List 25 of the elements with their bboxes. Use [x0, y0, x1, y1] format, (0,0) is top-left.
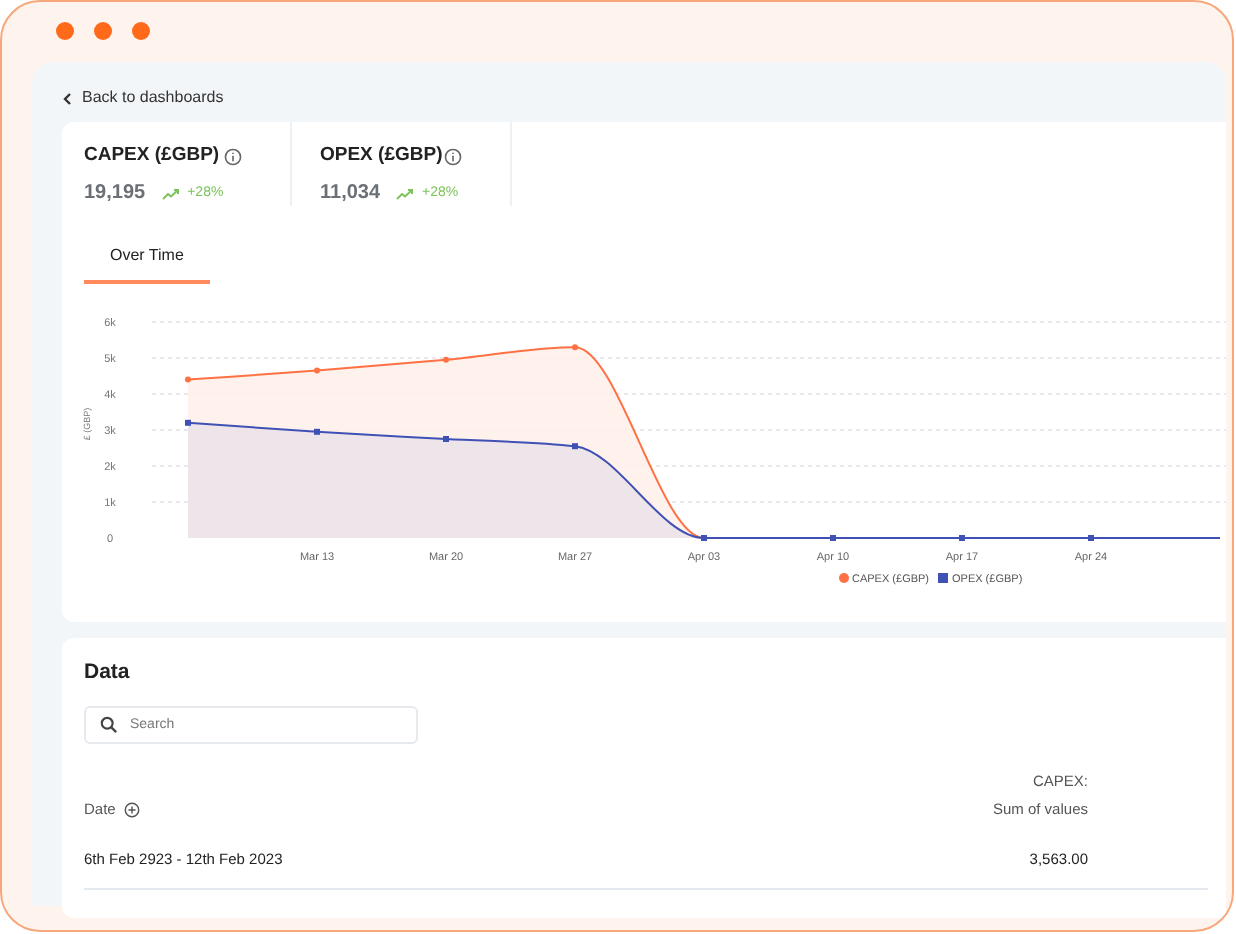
data-point: [572, 443, 578, 450]
data-point: [443, 436, 449, 442]
info-icon[interactable]: [444, 147, 462, 166]
window-dot: [56, 22, 74, 40]
metric-title: CAPEX (£GBP): [84, 142, 220, 170]
data-point: [185, 419, 191, 426]
window-dot: [94, 22, 112, 40]
back-link[interactable]: Back to dashboards: [82, 86, 224, 110]
data-point: [314, 428, 320, 435]
section-title: Data: [84, 658, 132, 688]
tab[interactable]: Over Time: [84, 236, 210, 284]
data-point: [572, 344, 578, 351]
metric-title: OPEX (£GBP): [320, 142, 443, 170]
window-dot: [132, 22, 150, 40]
add-circle-icon[interactable]: [123, 802, 140, 819]
trend-up-icon: [161, 187, 180, 200]
data-point: [185, 376, 191, 383]
data-point: [314, 367, 320, 374]
metric-value: 11,034: [320, 180, 381, 209]
info-icon[interactable]: [224, 147, 242, 166]
data-point: [443, 356, 449, 363]
metric-value: 19,195: [84, 180, 146, 209]
trend-up-icon: [396, 187, 415, 200]
back-chevron-icon[interactable]: [62, 91, 72, 105]
search-icon: [100, 715, 118, 734]
